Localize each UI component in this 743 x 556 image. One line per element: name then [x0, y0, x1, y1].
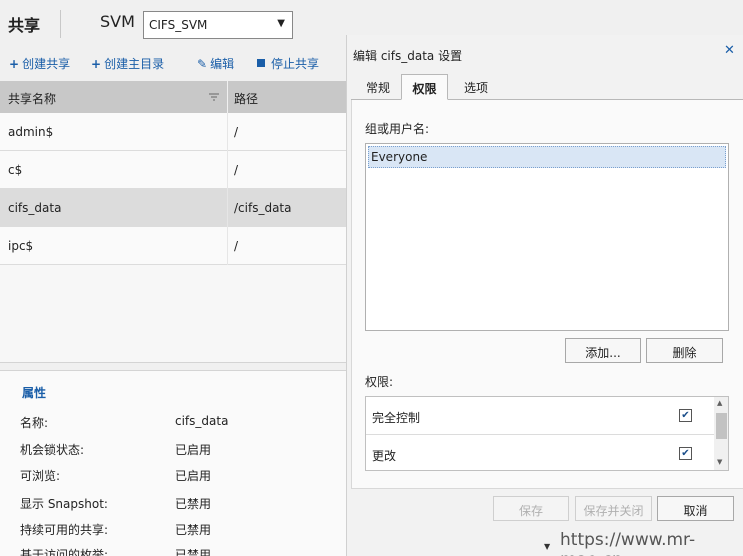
plus-icon: +	[9, 57, 20, 71]
list-item[interactable]: Everyone	[368, 146, 726, 168]
cell-divider	[227, 189, 228, 227]
properties-panel: 属性 名称: cifs_data 机会锁状态: 已启用 可浏览: 已启用 显示 …	[0, 370, 346, 556]
table-row-selected[interactable]: cifs_data /cifs_data	[0, 189, 346, 227]
filter-icon[interactable]	[208, 91, 220, 103]
stop-share-label: 停止共享	[271, 57, 320, 71]
cell-divider	[227, 227, 228, 265]
table-header: 共享名称 路径	[0, 81, 346, 113]
permissions-panel: 组或用户名: Everyone 添加... 删除 权限: 完全控制 ✔ 更改 ✔…	[351, 100, 743, 489]
watermark-text: https://www.mr-mao.cn	[560, 530, 696, 556]
scrollbar[interactable]: ▲ ▼	[714, 397, 728, 470]
dialog-tabs: 常规 权限 选项	[351, 74, 743, 100]
toolbar: + 创建共享 + 创建主目录 ✎ 编辑 停止共享	[0, 48, 346, 78]
table-row[interactable]: admin$ /	[0, 113, 346, 151]
delete-user-button[interactable]: 删除	[646, 338, 723, 363]
create-share-button[interactable]: + 创建共享	[9, 55, 70, 72]
share-name-cell: c$	[8, 163, 23, 177]
svm-label: SVM	[100, 12, 135, 31]
column-header-path[interactable]: 路径	[234, 90, 258, 107]
properties-title: 属性	[22, 386, 47, 400]
tab-permissions[interactable]: 权限	[401, 74, 448, 100]
permissions-label: 权限:	[365, 375, 394, 389]
edit-settings-dialog: 编辑 cifs_data 设置 ✕ 常规 权限 选项 组或用户名: Everyo…	[346, 35, 743, 556]
svm-select-value: CIFS_SVM	[149, 18, 208, 32]
property-key: 基于访问的枚举:	[20, 548, 109, 556]
full-control-checkbox[interactable]: ✔	[679, 409, 692, 422]
save-and-close-button[interactable]: 保存并关闭	[575, 496, 652, 521]
scroll-down-icon[interactable]: ▼	[544, 542, 550, 551]
create-home-dir-button[interactable]: + 创建主目录	[91, 55, 164, 72]
column-divider[interactable]	[227, 81, 228, 113]
scroll-down-icon[interactable]: ▼	[717, 458, 722, 466]
header-divider	[60, 10, 61, 38]
pencil-icon: ✎	[197, 57, 208, 71]
property-key: 可浏览:	[20, 469, 61, 483]
close-icon[interactable]: ✕	[724, 43, 735, 58]
user-list[interactable]: Everyone	[365, 143, 729, 331]
property-value: 已禁用	[175, 548, 212, 556]
property-key: 显示 Snapshot:	[20, 497, 108, 511]
list-item[interactable]: 更改 ✔	[366, 435, 714, 470]
share-name-cell: admin$	[8, 125, 54, 139]
cell-divider	[227, 113, 228, 151]
property-value: 已启用	[175, 469, 212, 483]
share-path-cell: /	[234, 239, 239, 253]
table-row[interactable]: c$ /	[0, 151, 346, 189]
edit-button[interactable]: ✎ 编辑	[197, 55, 234, 72]
add-user-button[interactable]: 添加...	[565, 338, 641, 363]
property-key: 机会锁状态:	[20, 443, 85, 457]
scrollbar-thumb[interactable]	[716, 413, 727, 439]
permission-name: 完全控制	[372, 411, 421, 425]
page-title: 共享	[8, 16, 41, 35]
create-home-dir-label: 创建主目录	[104, 57, 165, 71]
permission-name: 更改	[372, 449, 397, 463]
create-share-label: 创建共享	[22, 57, 71, 71]
property-key: 持续可用的共享:	[20, 523, 109, 537]
property-key: 名称:	[20, 416, 49, 430]
dialog-title: 编辑 cifs_data 设置	[353, 49, 463, 63]
share-name-cell: ipc$	[8, 239, 34, 253]
caret-down-icon: ▼	[277, 18, 285, 29]
cell-divider	[227, 151, 228, 189]
property-value: 已禁用	[175, 497, 212, 511]
share-table: 共享名称 路径 admin$ / c$ / cifs_data /cifs_da…	[0, 81, 346, 363]
svm-select[interactable]: CIFS_SVM ▼	[143, 11, 293, 39]
table-row[interactable]: ipc$ /	[0, 227, 346, 265]
scroll-up-icon[interactable]: ▲	[717, 399, 722, 407]
permissions-list: 完全控制 ✔ 更改 ✔ ▲ ▼	[365, 396, 729, 471]
property-value: cifs_data	[175, 414, 229, 428]
edit-label: 编辑	[210, 57, 235, 71]
tab-options[interactable]: 选项	[451, 74, 501, 100]
save-button[interactable]: 保存	[493, 496, 569, 521]
stop-icon	[257, 59, 265, 67]
share-path-cell: /cifs_data	[234, 201, 292, 215]
column-header-share-name[interactable]: 共享名称	[8, 90, 56, 107]
list-item[interactable]: 完全控制 ✔	[366, 397, 714, 435]
group-or-user-label: 组或用户名:	[365, 122, 430, 136]
property-value: 已启用	[175, 443, 212, 457]
plus-icon: +	[91, 57, 102, 71]
change-checkbox[interactable]: ✔	[679, 447, 692, 460]
tab-general[interactable]: 常规	[353, 74, 403, 100]
share-name-cell: cifs_data	[8, 201, 62, 215]
stop-share-button[interactable]: 停止共享	[257, 55, 319, 72]
cancel-button[interactable]: 取消	[657, 496, 734, 521]
property-value: 已禁用	[175, 523, 212, 537]
share-path-cell: /	[234, 125, 239, 139]
share-path-cell: /	[234, 163, 239, 177]
